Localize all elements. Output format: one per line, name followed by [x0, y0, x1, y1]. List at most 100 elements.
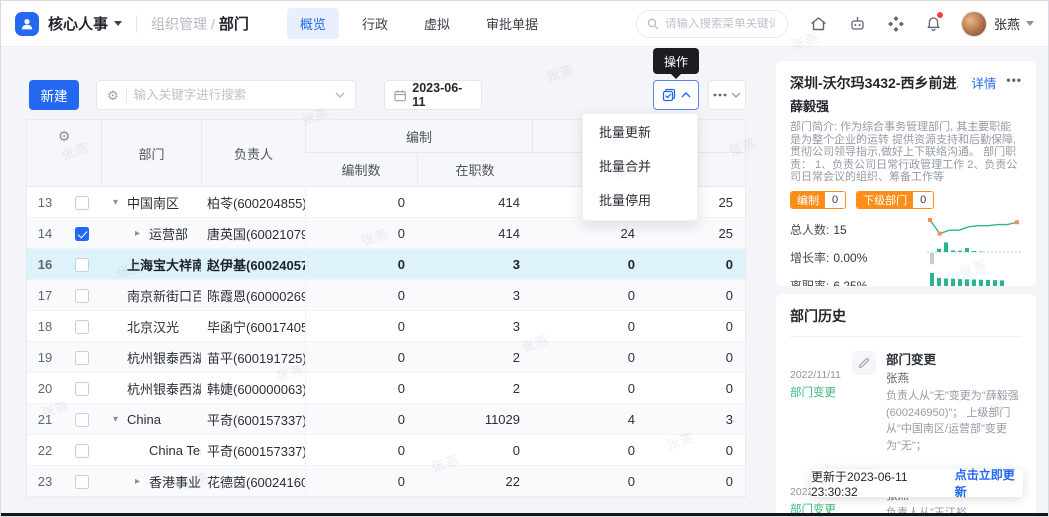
table-row[interactable]: 19 杭州银泰西湖文... 苗平(600191725) 0 2 0 0 [27, 342, 745, 373]
row-checkbox[interactable] [75, 258, 89, 272]
table-row[interactable]: 22 China Test 平奇(600157337) 0 0 0 0 [27, 435, 745, 466]
table-body: 13 ▾ 中国南区 柏苓(600204855) 0 414 25 [27, 187, 745, 497]
new-button[interactable]: 新建 [29, 80, 79, 110]
department-cell[interactable]: ▾ China [101, 412, 201, 427]
department-manager-name: 薛毅强 [790, 96, 1022, 115]
department-cell[interactable]: 杭州银泰西湖文... [101, 379, 201, 398]
tree-toggle-icon[interactable]: ▸ [135, 228, 149, 239]
active-count-cell: 2 [417, 350, 532, 365]
global-search[interactable] [636, 10, 788, 38]
app-logo[interactable] [15, 12, 39, 36]
table-row[interactable]: 14 ▸ 运营部 唐英国(600210794) 0 414 24 25 [27, 218, 745, 249]
badge-value: 0 [825, 192, 845, 208]
breadcrumb-parent[interactable]: 组织管理 [151, 14, 207, 34]
row-checkbox[interactable] [75, 289, 89, 303]
row-checkbox[interactable] [75, 475, 89, 489]
keyword-search-box[interactable]: ⚙ [96, 80, 356, 110]
user-menu-caret-icon[interactable] [1026, 21, 1034, 30]
row-checkbox[interactable] [75, 351, 89, 365]
batch-menu-item[interactable]: 批量更新 [583, 116, 697, 150]
hidden-col-1-cell: 0 [532, 319, 647, 334]
department-cell[interactable]: ▸ 香港事业部 [101, 472, 201, 491]
global-search-input[interactable] [665, 18, 775, 30]
card-more-icon[interactable]: ••• [1006, 73, 1022, 87]
row-checkbox[interactable] [75, 227, 89, 241]
column-header-establishment-count[interactable]: 编制数 [305, 153, 417, 186]
department-badges: 编制 0 下级部门 0 [790, 191, 1022, 209]
chevron-down-icon[interactable] [335, 92, 345, 98]
row-checkbox[interactable] [75, 444, 89, 458]
column-header-manager[interactable]: 负责人 [201, 120, 305, 186]
row-checkbox[interactable] [75, 382, 89, 396]
establishment-count-cell: 0 [305, 435, 417, 466]
active-count-cell: 3 [417, 257, 532, 272]
table-row[interactable]: 16 上海宝大祥南东店 赵伊基(600240577) 0 3 0 0 [27, 249, 745, 280]
attrition-bar-chart [927, 270, 1022, 287]
action-tooltip: 操作 [653, 48, 699, 74]
tree-toggle-icon[interactable]: ▾ [113, 414, 127, 425]
tree-toggle-icon[interactable]: ▸ [135, 476, 149, 487]
row-checkbox[interactable] [75, 196, 89, 210]
hidden-col-1-cell: 0 [532, 288, 647, 303]
apps-icon[interactable] [888, 16, 904, 32]
stat-value: 6.25% [833, 279, 867, 286]
date-picker[interactable]: 2023-06-11 [384, 80, 482, 110]
page-tab[interactable]: 行政 [349, 8, 401, 39]
department-cell[interactable]: China Test [101, 443, 201, 458]
department-cell[interactable]: 杭州银泰西湖文... [101, 348, 201, 367]
column-settings-gear-icon[interactable]: ⚙ [27, 120, 101, 153]
chevron-up-icon [681, 92, 691, 98]
batch-menu-item[interactable]: 批量停用 [583, 184, 697, 218]
table-row[interactable]: 21 ▾ China 平奇(600157337) 0 11029 4 3 [27, 404, 745, 435]
product-name[interactable]: 核心人事 [48, 13, 108, 34]
row-index: 21 [27, 412, 63, 427]
robot-icon[interactable] [849, 16, 866, 32]
divider [136, 15, 137, 33]
table-row[interactable]: 23 ▸ 香港事业部 花德茵(600241605) 0 22 0 0 [27, 466, 745, 497]
page-tab[interactable]: 虚拟 [411, 8, 463, 39]
detail-link[interactable]: 详情 [971, 73, 996, 92]
top-navigation-bar: 核心人事 组织管理 / 部门 概览 行政 虚拟 审批单据 [1, 1, 1048, 47]
tree-toggle-icon[interactable]: ▾ [113, 197, 127, 208]
badge-value: 0 [913, 192, 933, 208]
breadcrumb-current: 部门 [219, 13, 249, 34]
divider [790, 336, 1022, 337]
row-checkbox[interactable] [75, 413, 89, 427]
app-window: 核心人事 组织管理 / 部门 概览 行政 虚拟 审批单据 [0, 0, 1049, 517]
user-avatar[interactable] [961, 11, 987, 37]
department-cell[interactable]: 南京新街口百货 [101, 286, 201, 305]
page-tab[interactable]: 审批单据 [473, 8, 551, 39]
department-name: 运营部 [149, 224, 188, 243]
update-now-link[interactable]: 点击立即更新 [955, 466, 1023, 500]
keyword-search-input[interactable] [134, 88, 328, 102]
active-count-cell: 11029 [417, 412, 532, 427]
hidden-col-2-cell: 0 [647, 381, 745, 396]
status-badge: 编制 0 [790, 191, 846, 209]
table-row[interactable]: 18 北京汉光 毕函宁(600174055) 0 3 0 0 [27, 311, 745, 342]
column-header-active-count[interactable]: 在职数 [417, 153, 532, 186]
department-cell[interactable]: 上海宝大祥南东店 [101, 255, 201, 274]
date-value[interactable]: 2023-06-11 [412, 81, 472, 109]
page-tab[interactable]: 概览 [287, 8, 339, 39]
row-checkbox[interactable] [75, 320, 89, 334]
active-count-cell: 22 [417, 474, 532, 489]
department-cell[interactable]: ▸ 运营部 [101, 224, 201, 243]
batch-operation-button[interactable] [653, 80, 699, 110]
home-icon[interactable] [810, 16, 827, 32]
department-cell[interactable]: ▾ 中国南区 [101, 193, 201, 212]
more-actions-button[interactable] [708, 80, 746, 110]
product-switch-caret-icon[interactable] [114, 21, 122, 30]
department-cell[interactable]: 北京汉光 [101, 317, 201, 336]
filter-gear-icon[interactable]: ⚙ [107, 89, 119, 102]
table-row[interactable]: 20 杭州银泰西湖文... 韩婕(600000063) 0 2 0 0 [27, 373, 745, 404]
column-header-dept[interactable]: 部门 [101, 120, 201, 186]
table-row[interactable]: 17 南京新街口百货 陈霞恩(600002694) 0 3 0 0 [27, 280, 745, 311]
batch-menu-item[interactable]: 批量合并 [583, 150, 697, 184]
badge-label: 下级部门 [857, 192, 913, 208]
ellipsis-icon [713, 93, 727, 97]
establishment-count-cell: 0 [305, 311, 417, 342]
department-title: 深圳-沃尔玛3432-西乡前进... [790, 73, 958, 93]
user-name[interactable]: 张燕 [994, 14, 1020, 33]
update-toast: 更新于2023-06-11 23:30:32 点击立即更新 [811, 469, 1023, 497]
bell-icon[interactable] [926, 16, 941, 32]
